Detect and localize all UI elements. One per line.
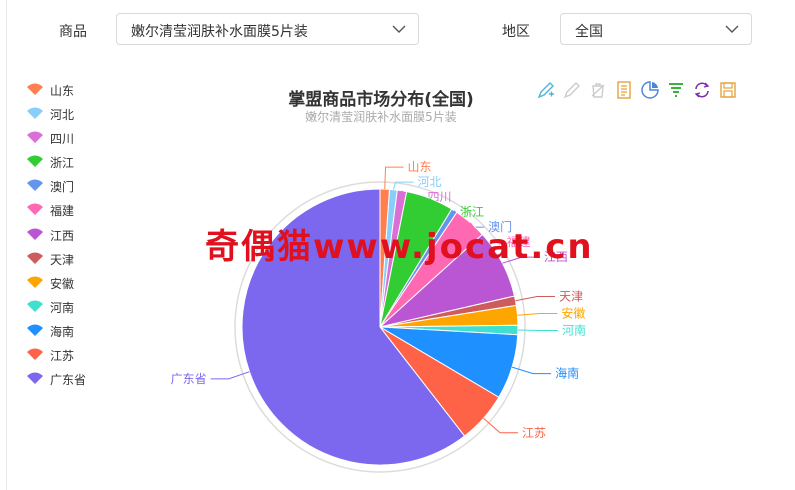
legend-swatch-icon	[27, 155, 43, 168]
legend-label: 江西	[50, 228, 75, 243]
product-filter-label: 商品	[59, 24, 87, 40]
legend-label: 天津	[50, 252, 75, 267]
legend-swatch-icon	[27, 372, 43, 385]
pie-slice	[379, 304, 519, 328]
legend-label: 江苏	[50, 349, 75, 364]
legend-label: 四川	[50, 132, 75, 147]
slice-label: 浙江	[460, 205, 484, 219]
legend-swatch-icon	[27, 348, 43, 361]
chevron-down-icon	[725, 25, 739, 33]
slice-label: 四川	[428, 190, 452, 204]
slice-label: 广东省	[171, 372, 207, 386]
legend-swatch-icon	[27, 131, 43, 144]
legend-label: 广东省	[50, 373, 87, 388]
legend-swatch-icon	[27, 204, 43, 216]
legend-swatch-icon	[27, 276, 43, 288]
slice-leader-line	[511, 366, 552, 375]
slice-leader-line	[401, 190, 424, 198]
pie-slice	[379, 324, 519, 336]
legend-label: 澳门	[50, 180, 75, 195]
legend-swatch-icon	[27, 228, 43, 240]
slice-leader-line	[384, 166, 404, 190]
legend-swatch-icon	[27, 324, 43, 336]
watermark-text: 奇偶猫www.jocat.cn	[205, 227, 594, 267]
slice-label: 海南	[555, 366, 579, 381]
chart-title: 掌盟商品市场分布(全国)	[288, 90, 474, 110]
slice-label: 河北	[418, 175, 442, 189]
product-select[interactable]: 嫩尔清莹润肤补水面膜5片装	[116, 13, 419, 45]
legend-label: 海南	[50, 324, 75, 339]
legend-label: 安徽	[50, 276, 75, 291]
slice-leader-line	[429, 198, 456, 213]
slice-leader-line	[483, 417, 519, 434]
left-border	[6, 0, 7, 490]
region-select[interactable]: 全国	[560, 13, 752, 45]
product-select-value: 嫩尔清莹润肤补水面膜5片装	[131, 24, 308, 40]
slice-leader-line	[392, 181, 414, 190]
legend-swatch-icon	[27, 300, 43, 312]
slice-leader-line	[515, 296, 556, 302]
region-filter-label: 地区	[502, 24, 530, 40]
slice-label: 江苏	[522, 426, 546, 440]
slice-leader-line	[210, 371, 250, 380]
pie-slice	[379, 326, 519, 398]
pie-slice	[379, 326, 500, 437]
slice-leader-line	[517, 312, 558, 316]
slice-label: 山东	[408, 160, 432, 174]
legend-swatch-icon	[27, 179, 43, 192]
chevron-down-icon	[392, 25, 406, 33]
slice-label: 天津	[559, 290, 583, 304]
region-select-value: 全国	[575, 24, 603, 40]
legend-label: 浙江	[50, 156, 75, 171]
chart-subtitle: 嫩尔清莹润肤补水面膜5片装	[305, 110, 457, 124]
pie-slice	[379, 295, 517, 328]
legend-label: 福建	[50, 204, 75, 219]
legend-label: 河南	[50, 300, 75, 315]
slice-label: 安徽	[561, 305, 585, 320]
slice-label: 河南	[562, 323, 586, 338]
legend-swatch-icon	[27, 252, 43, 264]
